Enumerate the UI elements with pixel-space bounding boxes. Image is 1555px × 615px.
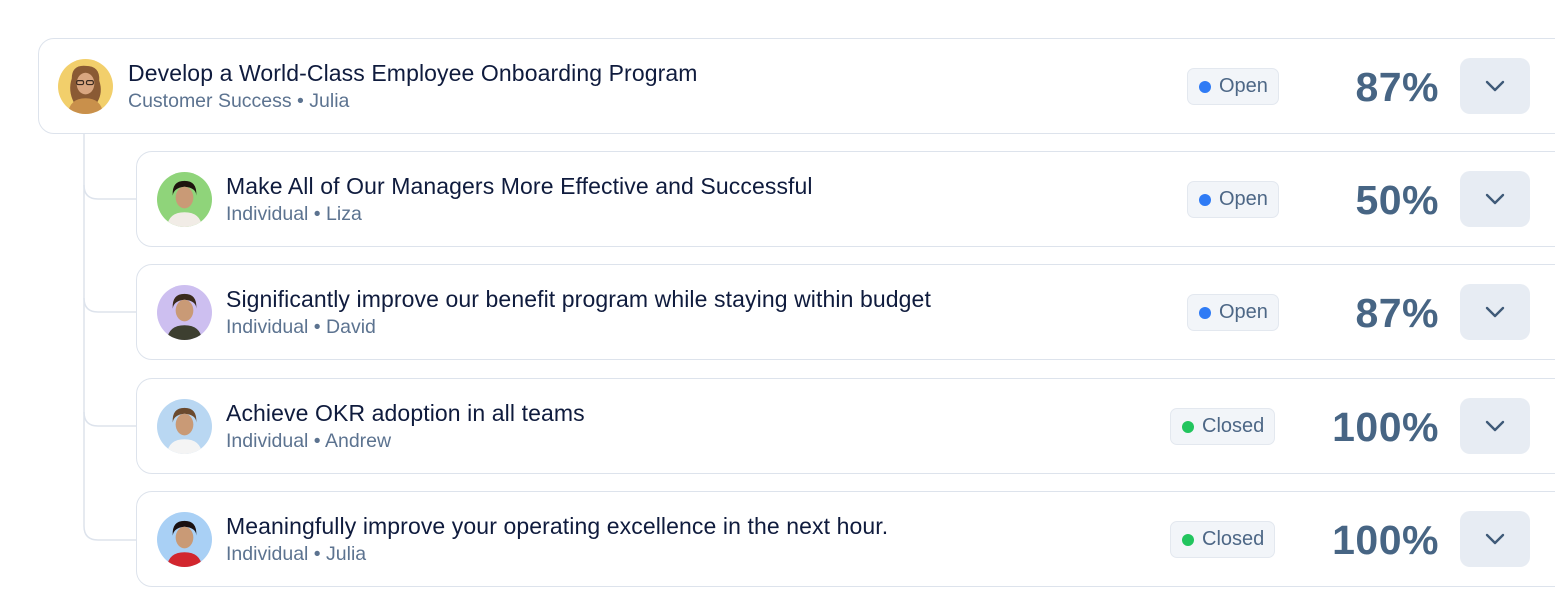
status-badge: Open bbox=[1187, 181, 1279, 218]
chevron-down-icon bbox=[1485, 420, 1505, 432]
expand-button[interactable] bbox=[1460, 284, 1530, 340]
status-label: Closed bbox=[1202, 415, 1265, 437]
key-result-title[interactable]: Achieve OKR adoption in all teams bbox=[226, 398, 585, 428]
avatar-person-icon bbox=[58, 59, 113, 114]
key-result-text: Make All of Our Managers More Effective … bbox=[226, 171, 813, 227]
objective-card-parent[interactable]: Develop a World-Class Employee Onboardin… bbox=[38, 38, 1555, 134]
key-result-subtitle: Individual • Julia bbox=[226, 543, 367, 565]
status-dot-icon bbox=[1182, 533, 1194, 546]
key-result-text: Significantly improve our benefit progra… bbox=[226, 284, 931, 340]
avatar-person-icon bbox=[157, 399, 212, 454]
avatar-person-icon bbox=[157, 172, 212, 227]
avatar bbox=[58, 59, 113, 114]
avatar-person-icon bbox=[157, 285, 212, 340]
status-dot-icon bbox=[1199, 193, 1211, 206]
status-label: Open bbox=[1219, 301, 1268, 323]
progress-percent: 87% bbox=[1355, 290, 1439, 336]
status-dot-icon bbox=[1199, 306, 1211, 319]
expand-button[interactable] bbox=[1460, 58, 1530, 114]
chevron-down-icon bbox=[1485, 306, 1505, 318]
status-badge: Closed bbox=[1170, 521, 1276, 558]
connector-branch-3 bbox=[83, 411, 136, 427]
avatar bbox=[157, 512, 212, 567]
progress-percent: 100% bbox=[1332, 517, 1439, 563]
okr-tree: Develop a World-Class Employee Onboardin… bbox=[0, 0, 1555, 615]
avatar bbox=[157, 172, 212, 227]
key-result-text: Achieve OKR adoption in all teams Indivi… bbox=[226, 398, 585, 454]
connector-trunk bbox=[83, 134, 136, 541]
status-badge: Open bbox=[1187, 68, 1279, 105]
connector-branch-2 bbox=[83, 297, 136, 313]
chevron-down-icon bbox=[1485, 533, 1505, 545]
key-result-text: Meaningfully improve your operating exce… bbox=[226, 511, 888, 567]
status-badge: Closed bbox=[1170, 408, 1276, 445]
status-badge: Open bbox=[1187, 294, 1279, 331]
objective-text: Develop a World-Class Employee Onboardin… bbox=[128, 58, 698, 114]
status-dot-icon bbox=[1199, 80, 1211, 93]
key-result-subtitle: Individual • Liza bbox=[226, 203, 362, 225]
status-dot-icon bbox=[1182, 420, 1194, 433]
progress-percent: 87% bbox=[1355, 64, 1439, 110]
connector-branch-1 bbox=[83, 184, 136, 200]
key-result-card-4[interactable]: Meaningfully improve your operating exce… bbox=[136, 491, 1555, 587]
objective-title[interactable]: Develop a World-Class Employee Onboardin… bbox=[128, 58, 698, 88]
key-result-card-2[interactable]: Significantly improve our benefit progra… bbox=[136, 264, 1555, 360]
avatar-person-icon bbox=[157, 512, 212, 567]
key-result-title[interactable]: Make All of Our Managers More Effective … bbox=[226, 171, 813, 201]
progress-percent: 100% bbox=[1332, 404, 1439, 450]
key-result-card-3[interactable]: Achieve OKR adoption in all teams Indivi… bbox=[136, 378, 1555, 474]
expand-button[interactable] bbox=[1460, 398, 1530, 454]
status-label: Open bbox=[1219, 75, 1268, 97]
progress-percent: 50% bbox=[1355, 177, 1439, 223]
chevron-down-icon bbox=[1485, 80, 1505, 92]
key-result-title[interactable]: Meaningfully improve your operating exce… bbox=[226, 511, 888, 541]
avatar bbox=[157, 399, 212, 454]
key-result-title[interactable]: Significantly improve our benefit progra… bbox=[226, 284, 931, 314]
chevron-down-icon bbox=[1485, 193, 1505, 205]
avatar bbox=[157, 285, 212, 340]
key-result-card-1[interactable]: Make All of Our Managers More Effective … bbox=[136, 151, 1555, 247]
status-label: Open bbox=[1219, 188, 1268, 210]
expand-button[interactable] bbox=[1460, 511, 1530, 567]
status-label: Closed bbox=[1202, 528, 1265, 550]
objective-subtitle: Customer Success • Julia bbox=[128, 90, 350, 112]
key-result-subtitle: Individual • Andrew bbox=[226, 430, 392, 452]
key-result-subtitle: Individual • David bbox=[226, 316, 376, 338]
expand-button[interactable] bbox=[1460, 171, 1530, 227]
